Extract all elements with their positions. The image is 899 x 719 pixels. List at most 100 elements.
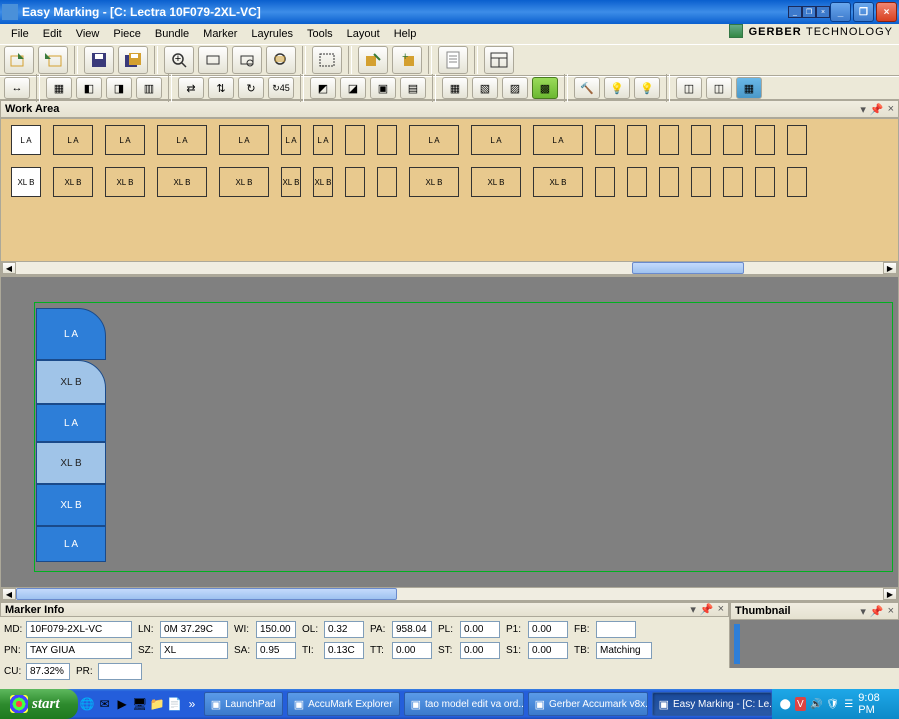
scroll-left-icon[interactable]: ◀: [2, 588, 16, 600]
zoom-in-button[interactable]: +: [164, 46, 194, 74]
bulb-on[interactable]: 💡: [604, 77, 630, 99]
piece-thumb[interactable]: [595, 125, 615, 155]
field-input-wi[interactable]: [256, 621, 296, 638]
field-input-cu[interactable]: [26, 663, 70, 680]
quick-launch-icon[interactable]: 🖥: [132, 693, 147, 715]
piece-thumb[interactable]: [377, 167, 397, 197]
save-all-button[interactable]: [118, 46, 148, 74]
piece-thumb[interactable]: [377, 125, 397, 155]
grid-b[interactable]: ▧: [472, 77, 498, 99]
quick-launch-icon[interactable]: 📁: [149, 693, 164, 715]
piece-thumb[interactable]: [345, 167, 365, 197]
scroll-left-icon[interactable]: ◀: [2, 262, 16, 274]
view-c[interactable]: ▦: [736, 77, 762, 99]
quick-launch-icon[interactable]: ▶: [114, 693, 129, 715]
piece-thumb[interactable]: L A: [157, 125, 207, 155]
pane-close-icon[interactable]: ×: [718, 603, 724, 616]
marker-view[interactable]: L AXL BL AXL BXL BL A ◀ ▶: [0, 276, 899, 602]
rotate-45[interactable]: ↻45: [268, 77, 294, 99]
piece-thumb[interactable]: L A: [471, 125, 521, 155]
pane-close-icon[interactable]: ×: [888, 605, 894, 618]
field-input-s1[interactable]: [528, 642, 568, 659]
scroll-thumb[interactable]: [16, 588, 397, 600]
layout-button[interactable]: [484, 46, 514, 74]
piece-thumb[interactable]: XL B: [409, 167, 459, 197]
menu-piece[interactable]: Piece: [106, 26, 148, 42]
field-input-st[interactable]: [460, 642, 500, 659]
quick-launch-expand-icon[interactable]: »: [184, 693, 199, 715]
piece-thumb[interactable]: XL B: [157, 167, 207, 197]
piece-thumb[interactable]: XL B: [471, 167, 521, 197]
scroll-right-icon[interactable]: ▶: [883, 588, 897, 600]
piece-thumb[interactable]: L A: [53, 125, 93, 155]
piece-thumb[interactable]: XL B: [105, 167, 145, 197]
placed-piece[interactable]: L A: [36, 404, 106, 442]
align-d[interactable]: ▥: [136, 77, 162, 99]
piece-thumb[interactable]: XL B: [281, 167, 301, 197]
maximize-button[interactable]: ❐: [853, 2, 874, 22]
placed-piece[interactable]: L A: [36, 526, 106, 562]
hammer-tool[interactable]: 🔨: [574, 77, 600, 99]
placed-piece[interactable]: XL B: [36, 360, 106, 404]
mdi-restore-button[interactable]: ❐: [802, 6, 816, 18]
quick-launch-icon[interactable]: 📄: [167, 693, 182, 715]
menu-layrules[interactable]: Layrules: [244, 26, 300, 42]
align-c[interactable]: ◨: [106, 77, 132, 99]
snap-d[interactable]: ▤: [400, 77, 426, 99]
piece-thumb[interactable]: L A: [409, 125, 459, 155]
piece-thumb[interactable]: XL B: [533, 167, 583, 197]
align-b[interactable]: ◧: [76, 77, 102, 99]
menu-tools[interactable]: Tools: [300, 26, 340, 42]
field-input-ln[interactable]: [160, 621, 228, 638]
grid-c[interactable]: ▨: [502, 77, 528, 99]
quick-launch-icon[interactable]: ✉: [97, 693, 112, 715]
pane-pin-icon[interactable]: 📌: [870, 605, 884, 618]
placed-piece[interactable]: XL B: [36, 442, 106, 484]
view-a[interactable]: ◫: [676, 77, 702, 99]
field-input-ti[interactable]: [324, 642, 364, 659]
piece-thumb[interactable]: L A: [313, 125, 333, 155]
placed-piece[interactable]: L A: [36, 308, 106, 360]
work-area-scrollbar[interactable]: ◀ ▶: [1, 261, 898, 275]
piece-thumb[interactable]: [691, 167, 711, 197]
taskbar-clock[interactable]: 9:08 PM: [858, 692, 891, 716]
minimize-button[interactable]: _: [830, 2, 851, 22]
menu-view[interactable]: View: [69, 26, 107, 42]
work-area[interactable]: L AL AL AL AL AL AL AL AL AL AXL BXL BXL…: [0, 118, 899, 276]
menu-bundle[interactable]: Bundle: [148, 26, 196, 42]
piece-thumb[interactable]: [345, 125, 365, 155]
import-button[interactable]: [4, 46, 34, 74]
pane-menu-icon[interactable]: ▾: [690, 603, 696, 616]
tray-icon[interactable]: 🔊: [810, 697, 822, 711]
tray-icon[interactable]: 🛡: [826, 697, 839, 711]
rotate-tool[interactable]: ↻: [238, 77, 264, 99]
menu-layout[interactable]: Layout: [340, 26, 387, 42]
scroll-right-icon[interactable]: ▶: [883, 262, 897, 274]
save-button[interactable]: [84, 46, 114, 74]
snap-b[interactable]: ◪: [340, 77, 366, 99]
zoom-fit-button[interactable]: [198, 46, 228, 74]
pane-pin-icon[interactable]: 📌: [700, 603, 714, 616]
field-input-tt[interactable]: [392, 642, 432, 659]
piece-thumb[interactable]: L A: [219, 125, 269, 155]
thumbnail-canvas[interactable]: [730, 620, 899, 668]
taskbar-task[interactable]: ▣Gerber Accumark v8x...: [528, 692, 648, 716]
piece-thumb[interactable]: [627, 125, 647, 155]
tray-icon[interactable]: ☰: [843, 697, 854, 711]
flip-v[interactable]: ⇅: [208, 77, 234, 99]
width-tool[interactable]: ↔: [4, 77, 30, 99]
piece-row-header[interactable]: L A: [11, 125, 41, 155]
field-input-p1[interactable]: [528, 621, 568, 638]
field-input-sz[interactable]: [160, 642, 228, 659]
field-input-md[interactable]: [26, 621, 132, 638]
menu-marker[interactable]: Marker: [196, 26, 244, 42]
zoom-out-button[interactable]: [266, 46, 296, 74]
menu-file[interactable]: File: [4, 26, 36, 42]
view-b[interactable]: ◫: [706, 77, 732, 99]
export-button[interactable]: [38, 46, 68, 74]
mdi-close-button[interactable]: ×: [816, 6, 830, 18]
grid-active[interactable]: ▩: [532, 77, 558, 99]
field-input-pn[interactable]: [26, 642, 132, 659]
field-input-fb[interactable]: [596, 621, 636, 638]
menu-help[interactable]: Help: [387, 26, 424, 42]
